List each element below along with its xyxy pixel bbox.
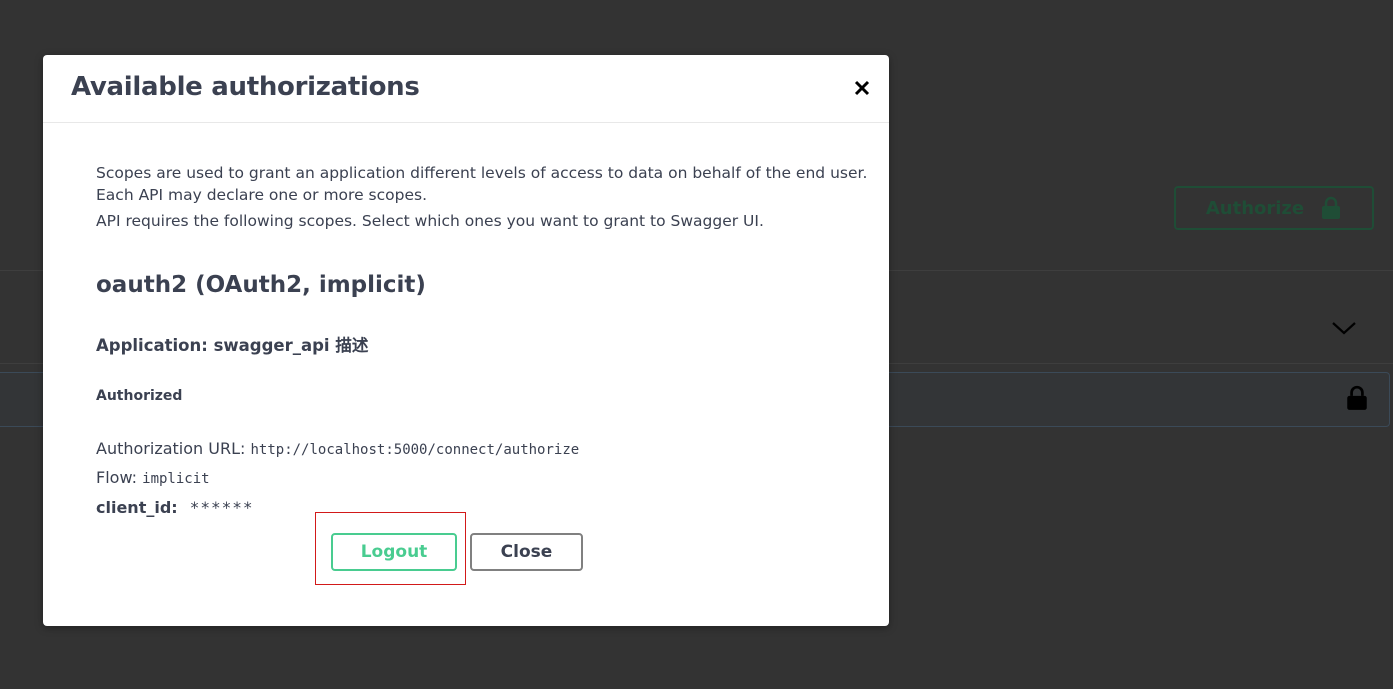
client-id: client_id: ****** [96, 498, 253, 517]
authorized-label: Authorized [96, 388, 183, 404]
lock-icon[interactable] [1346, 385, 1368, 411]
application-name: Application: swagger_api 描述 [96, 336, 369, 355]
client-id-value: ****** [189, 498, 254, 517]
authorization-url-label: Authorization URL: [96, 439, 246, 458]
authorizations-modal: Available authorizations Scopes are used… [43, 55, 889, 626]
flow-value: implicit [142, 471, 210, 487]
lock-icon [1322, 196, 1341, 219]
authorization-url: Authorization URL: http://localhost:5000… [96, 439, 579, 458]
chevron-down-icon[interactable] [1330, 318, 1358, 338]
authorize-button[interactable]: Authorize [1174, 186, 1374, 230]
logout-button[interactable]: Logout [331, 533, 457, 571]
close-icon[interactable] [851, 77, 873, 99]
client-id-label: client_id: [96, 498, 178, 517]
flow-label: Flow: [96, 468, 138, 487]
modal-title: Available authorizations [71, 72, 420, 102]
authorization-url-value: http://localhost:5000/connect/authorize [250, 442, 580, 458]
close-button[interactable]: Close [470, 533, 583, 571]
scopes-description: Scopes are used to grant an application … [96, 164, 868, 182]
modal-header: Available authorizations [43, 55, 889, 123]
scheme-title: oauth2 (OAuth2, implicit) [96, 272, 426, 298]
scopes-instruction: API requires the following scopes. Selec… [96, 212, 764, 230]
scopes-description: Each API may declare one or more scopes. [96, 186, 427, 204]
authorize-button-label: Authorize [1205, 197, 1305, 219]
flow: Flow: implicit [96, 468, 210, 487]
